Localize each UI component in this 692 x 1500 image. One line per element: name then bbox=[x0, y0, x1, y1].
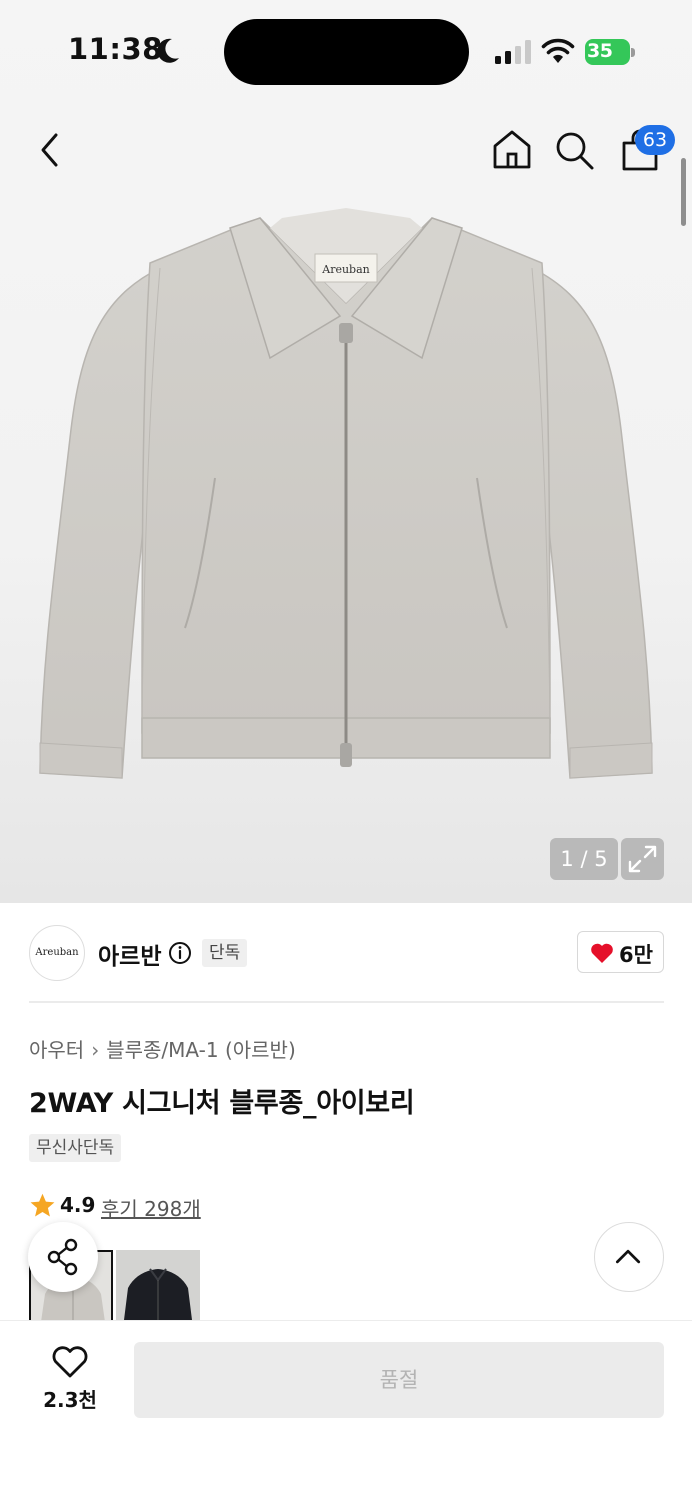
musinsa-exclusive-tag: 무신사단독 bbox=[29, 1134, 122, 1162]
review-link[interactable]: 후기 298개 bbox=[101, 1193, 201, 1222]
status-time: 11:38 bbox=[68, 32, 163, 66]
product-gallery[interactable]: 11:38 35 63 Areuban 1 / 5 bbox=[0, 0, 692, 903]
search-icon[interactable] bbox=[553, 129, 595, 171]
rating-value: 4.9 bbox=[60, 1193, 96, 1217]
product-title: 2WAY 시그니처 블루종_아이보리 bbox=[29, 1088, 415, 1119]
wishlist-count: 2.3천 bbox=[43, 1388, 97, 1412]
battery-icon: 35 bbox=[585, 39, 635, 65]
status-bar: 11:38 35 bbox=[0, 0, 692, 100]
image-counter: 1 / 5 bbox=[550, 838, 618, 880]
scroll-indicator bbox=[681, 158, 686, 226]
brand-like-count: 6만 bbox=[619, 943, 653, 967]
battery-percent: 35 bbox=[587, 40, 613, 62]
brand-like-button[interactable]: 6만 bbox=[577, 931, 664, 973]
heart-outline-icon bbox=[52, 1346, 88, 1378]
home-icon[interactable] bbox=[491, 128, 533, 170]
breadcrumb: 아우터 › 블루종/MA-1 (아르반) bbox=[29, 1034, 296, 1063]
signal-icon bbox=[495, 40, 531, 64]
cart-count-badge: 63 bbox=[635, 125, 675, 155]
exclusive-tag: 단독 bbox=[202, 939, 248, 967]
back-arrow-icon[interactable] bbox=[30, 128, 70, 172]
expand-button[interactable] bbox=[621, 838, 664, 880]
moon-icon bbox=[157, 38, 179, 63]
product-image[interactable]: Areuban bbox=[30, 188, 662, 798]
brand-logo[interactable]: Areuban bbox=[29, 925, 85, 981]
brand-name[interactable]: 아르반 bbox=[98, 937, 161, 971]
chevron-up-icon bbox=[615, 1249, 641, 1264]
chevron-right-icon: › bbox=[91, 1038, 100, 1062]
thumbnail-black[interactable] bbox=[116, 1250, 200, 1320]
dynamic-island bbox=[224, 19, 469, 85]
scroll-to-top-button[interactable] bbox=[594, 1222, 664, 1292]
label-text: Areuban bbox=[321, 263, 369, 276]
wishlist-button[interactable]: 2.3천 bbox=[30, 1342, 110, 1418]
breadcrumb-item[interactable]: 아우터 bbox=[29, 1038, 84, 1062]
info-icon[interactable] bbox=[168, 941, 192, 965]
share-icon bbox=[47, 1238, 78, 1276]
breadcrumb-item[interactable]: 블루종/MA-1 (아르반) bbox=[106, 1038, 296, 1062]
divider bbox=[29, 1001, 664, 1003]
expand-icon bbox=[628, 845, 657, 873]
sold-out-button[interactable]: 품절 bbox=[134, 1342, 664, 1418]
share-button[interactable] bbox=[28, 1222, 98, 1292]
wifi-icon bbox=[541, 38, 575, 63]
star-icon bbox=[30, 1193, 55, 1217]
heart-filled-icon bbox=[591, 943, 613, 963]
